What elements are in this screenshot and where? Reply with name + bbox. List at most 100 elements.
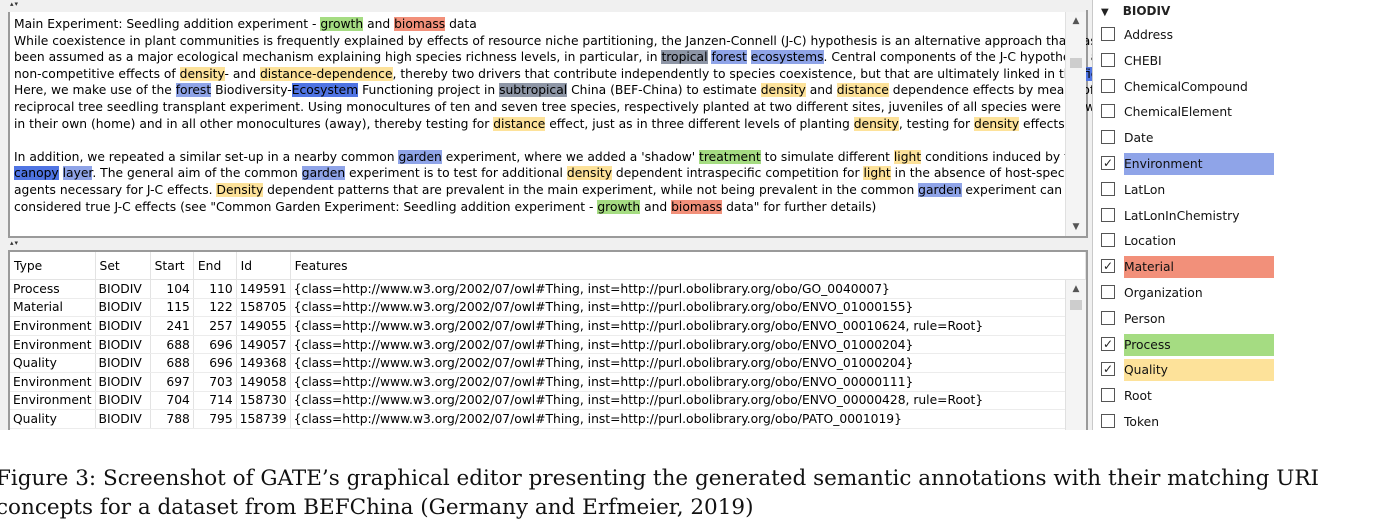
table-cell-id[interactable]: 158730 <box>236 391 291 411</box>
annotation-type-environment[interactable]: ✓ Environment <box>1101 153 1366 175</box>
scrollbar-thumb[interactable] <box>1070 58 1082 68</box>
table-cell-type[interactable]: Environment <box>10 391 96 411</box>
table-cell-start[interactable]: 704 <box>150 391 194 411</box>
annotation-highlight[interactable]: distance <box>493 116 546 131</box>
table-cell-end[interactable]: 257 <box>193 316 237 336</box>
annotation-type-checkbox[interactable] <box>1101 207 1115 222</box>
annotation-type-root[interactable]: Root <box>1101 385 1366 407</box>
annotation-type-location[interactable]: Location <box>1101 230 1366 252</box>
table-cell-start[interactable]: 788 <box>150 409 194 429</box>
annotation-type-organization[interactable]: Organization <box>1101 282 1366 304</box>
annotation-type-label[interactable]: Root <box>1124 385 1274 407</box>
annotation-type-label[interactable]: Quality <box>1124 359 1274 382</box>
annotation-highlight[interactable]: canopy <box>14 166 59 181</box>
table-row[interactable]: Quality BIODIV 788 795 158739 {class=http://w… <box>10 409 1086 429</box>
table-cell-type[interactable]: Quality <box>10 409 96 429</box>
annotation-highlight[interactable]: Ecosystem <box>291 83 359 98</box>
table-cell-set[interactable]: BIODIV <box>95 353 151 373</box>
text-vertical-scrollbar[interactable]: ▲ ▼ <box>1065 12 1086 236</box>
annotation-highlight[interactable]: biomass <box>671 199 723 214</box>
annotation-type-label[interactable]: Address <box>1124 24 1274 46</box>
table-row[interactable]: Environment BIODIV 697 703 149058 {class=http… <box>10 372 1086 392</box>
annotation-type-label[interactable]: Date <box>1124 127 1274 149</box>
table-cell-features[interactable]: {class=http://www.w3.org/2002/07/owl#Thi… <box>290 279 1086 299</box>
table-cell-set[interactable]: BIODIV <box>95 409 151 429</box>
annotation-highlight[interactable]: light <box>863 166 891 181</box>
table-cell-id[interactable]: 149368 <box>236 353 291 373</box>
annotation-type-label[interactable]: Process <box>1124 333 1274 356</box>
table-cell-set[interactable]: BIODIV <box>95 391 151 411</box>
annotation-highlight[interactable]: garden <box>301 166 346 181</box>
table-cell-features[interactable]: {class=http://www.w3.org/2002/07/owl#Thi… <box>290 353 1086 373</box>
table-cell-id[interactable]: 149055 <box>236 316 291 336</box>
table-cell-id[interactable]: 149058 <box>236 372 291 392</box>
table-cell-features[interactable]: {class=http://www.w3.org/2002/07/owl#Thi… <box>290 372 1086 392</box>
table-vertical-scrollbar[interactable]: ▲ <box>1065 280 1086 430</box>
table-row[interactable]: Process BIODIV 104 110 149591 {class=http://w… <box>10 279 1086 299</box>
column-header-end[interactable]: End <box>193 252 237 280</box>
annotation-type-checkbox[interactable] <box>1101 52 1115 67</box>
table-cell-end[interactable]: 696 <box>193 335 237 355</box>
annotation-type-label[interactable]: Organization <box>1124 282 1274 304</box>
annotation-type-label[interactable]: CHEBI <box>1124 50 1274 72</box>
annotation-type-chemicalelement[interactable]: ChemicalElement <box>1101 101 1366 123</box>
annotation-type-checkbox[interactable]: ✓ <box>1101 156 1115 170</box>
annotation-type-checkbox[interactable] <box>1101 285 1115 299</box>
table-cell-start[interactable]: 104 <box>150 279 194 299</box>
annotation-highlight[interactable]: tropical <box>661 50 708 65</box>
annotation-type-checkbox[interactable] <box>1101 388 1115 403</box>
annotation-highlight[interactable]: ecosystems <box>750 50 824 65</box>
annotation-type-address[interactable]: Address <box>1101 24 1366 46</box>
table-cell-end[interactable]: 795 <box>193 409 237 429</box>
table-cell-type[interactable]: Environment <box>10 316 96 336</box>
annotation-type-checkbox[interactable] <box>1101 130 1115 145</box>
table-row[interactable]: Environment BIODIV 704 714 158730 {class=http… <box>10 391 1086 411</box>
annotation-highlight[interactable]: layer <box>62 166 93 181</box>
triangle-down-icon[interactable]: ▼ <box>1101 7 1109 18</box>
annotation-type-label[interactable]: LatLonInChemistry <box>1124 205 1274 227</box>
table-cell-set[interactable]: BIODIV <box>95 335 151 355</box>
table-cell-start[interactable]: 115 <box>150 298 194 318</box>
annotation-type-latlon[interactable]: LatLon <box>1101 179 1366 201</box>
annotation-highlight[interactable]: treatment <box>699 149 761 164</box>
annotation-type-label[interactable]: ChemicalCompound <box>1124 76 1274 98</box>
splitter-arrows-icon[interactable]: ▴▾ <box>10 239 19 247</box>
table-cell-set[interactable]: BIODIV <box>95 372 151 392</box>
annotation-type-checkbox[interactable] <box>1101 78 1115 93</box>
table-cell-type[interactable]: Environment <box>10 372 96 392</box>
annotation-type-checkbox[interactable] <box>1101 233 1115 248</box>
table-cell-end[interactable]: 122 <box>193 298 237 318</box>
annotation-highlight[interactable]: density <box>974 116 1020 131</box>
pane-splitter-top[interactable]: ▴▾ <box>0 0 1086 12</box>
table-row[interactable]: Quality BIODIV 688 696 149368 {class=http://w… <box>10 353 1086 373</box>
table-cell-set[interactable]: BIODIV <box>95 279 151 299</box>
scrollbar-thumb[interactable] <box>1070 300 1082 310</box>
annotation-type-label[interactable]: Token <box>1124 411 1274 430</box>
scroll-up-arrow-icon[interactable]: ▲ <box>1066 280 1086 298</box>
annotation-type-label[interactable]: Person <box>1124 308 1274 330</box>
annotation-type-label[interactable]: LatLon <box>1124 179 1274 201</box>
annotation-type-process[interactable]: ✓ Process <box>1101 333 1366 356</box>
splitter-arrows-icon[interactable]: ▴▾ <box>10 0 19 8</box>
annotation-highlight[interactable]: forest <box>175 83 212 98</box>
annotation-type-date[interactable]: Date <box>1101 127 1366 149</box>
column-header-features[interactable]: Features <box>290 252 1086 280</box>
table-row[interactable]: Environment BIODIV 241 257 149055 {class=http… <box>10 316 1086 336</box>
table-cell-id[interactable]: 158739 <box>236 409 291 429</box>
annotation-highlight[interactable]: density <box>760 83 806 98</box>
annotation-highlight[interactable]: light <box>893 149 922 164</box>
table-cell-set[interactable]: BIODIV <box>95 316 151 336</box>
annotation-type-label[interactable]: Environment <box>1124 153 1274 175</box>
annotation-highlight[interactable]: growth <box>320 17 364 31</box>
table-cell-features[interactable]: {class=http://www.w3.org/2002/07/owl#Thi… <box>290 391 1086 411</box>
annotation-highlight[interactable]: garden <box>398 149 442 164</box>
annotation-highlight[interactable]: subtropical <box>499 83 568 98</box>
annotation-type-quality[interactable]: ✓ Quality <box>1101 359 1366 382</box>
table-cell-end[interactable]: 714 <box>193 391 237 411</box>
annotation-type-checkbox[interactable]: ✓ <box>1101 336 1115 351</box>
annotation-highlight[interactable]: density <box>179 66 225 81</box>
column-header-start[interactable]: Start <box>150 252 194 280</box>
table-cell-type[interactable]: Material <box>10 298 96 318</box>
table-row[interactable]: Material BIODIV 115 122 158705 {class=http://… <box>10 298 1086 318</box>
annotation-highlight[interactable]: Density <box>216 182 264 197</box>
